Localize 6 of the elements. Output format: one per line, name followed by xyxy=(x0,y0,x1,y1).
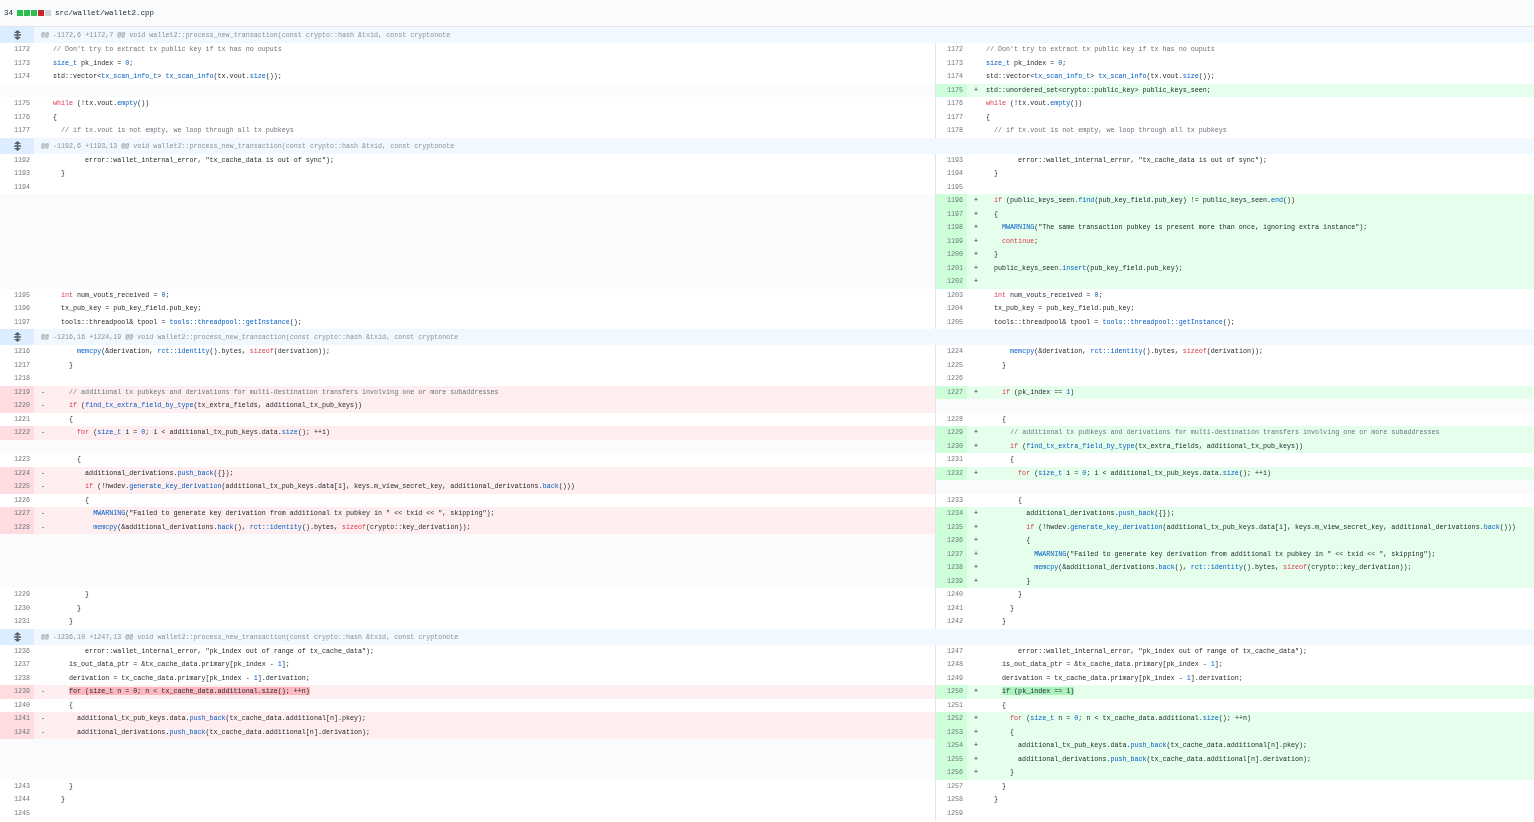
expand-button[interactable] xyxy=(0,27,34,43)
expand-button[interactable] xyxy=(0,329,34,345)
expand-icon xyxy=(12,140,22,151)
expand-icon xyxy=(12,631,22,642)
expand-icon xyxy=(12,30,22,40)
expand-icon xyxy=(12,332,22,342)
